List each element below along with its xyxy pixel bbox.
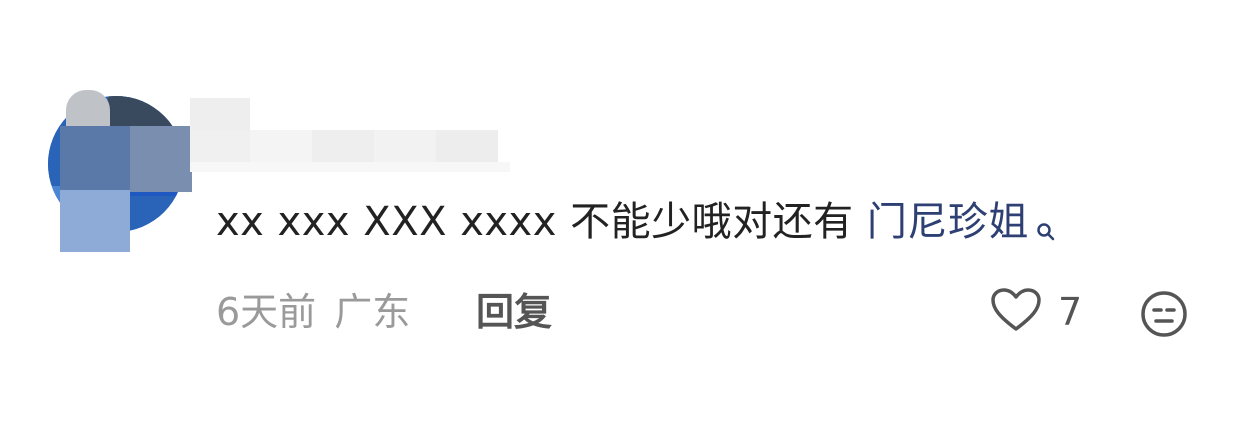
search-icon[interactable]: [1035, 200, 1057, 260]
comment-body: xx xxx XXX xxxx 不能少哦对还有: [216, 199, 867, 245]
like-button[interactable]: 7: [990, 284, 1082, 340]
like-count: 7: [1058, 290, 1083, 334]
heart-outline-icon[interactable]: [990, 287, 1042, 337]
location: 广东: [334, 290, 411, 334]
comment-meta: 6天前 广东: [216, 284, 410, 340]
reply-button[interactable]: 回复: [476, 284, 552, 340]
comment-text: xx xxx XXX xxxx 不能少哦对还有 门尼珍姐: [216, 192, 1057, 260]
neutral-face-icon[interactable]: [1140, 290, 1188, 338]
mention-link[interactable]: 门尼珍姐: [867, 199, 1029, 245]
comment-item: xx xxx XXX xxxx 不能少哦对还有 门尼珍姐 6天前 广东 回复 7: [0, 0, 1260, 427]
timestamp: 6天前: [216, 290, 317, 334]
